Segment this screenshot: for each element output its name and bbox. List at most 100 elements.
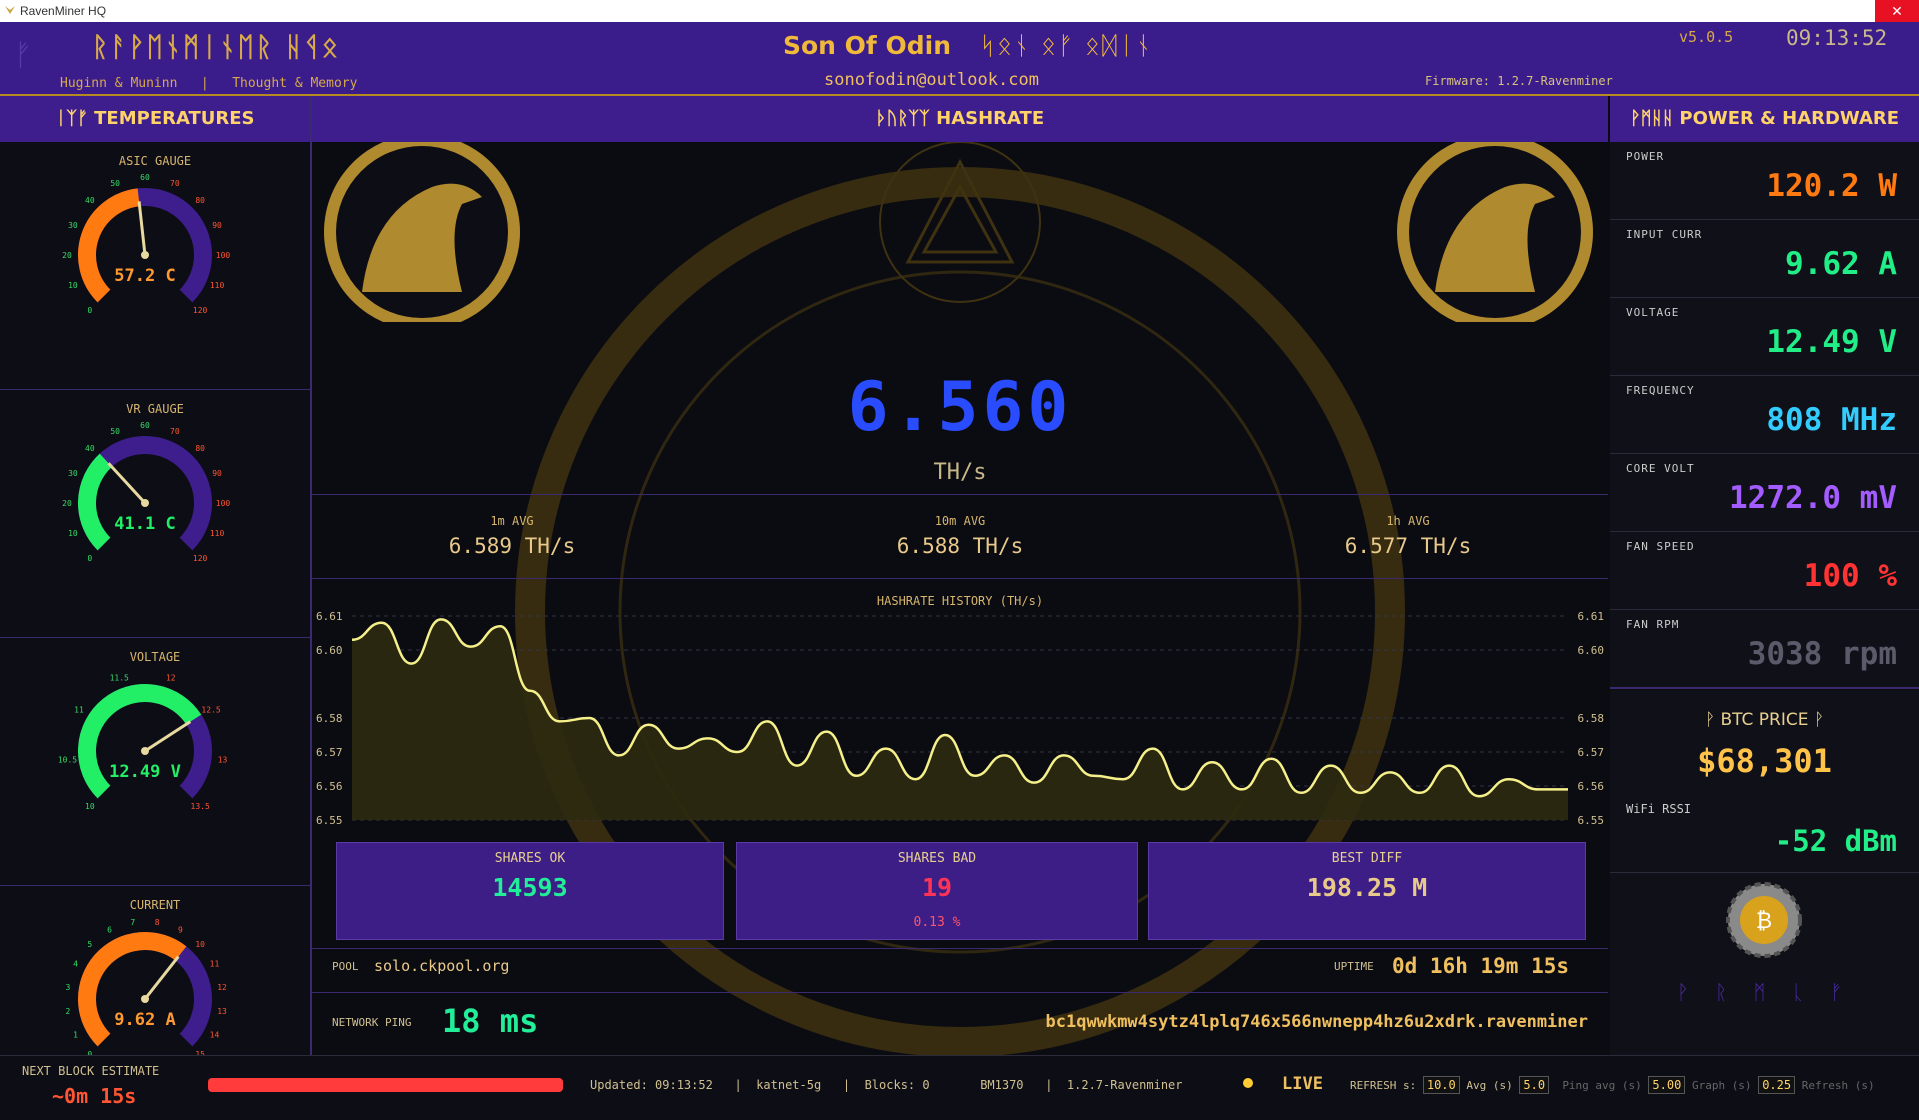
stat-label: FAN SPEED (1626, 540, 1695, 553)
gauge-hub (141, 995, 149, 1003)
gauge-tick-label: 13 (217, 1007, 227, 1016)
firmware-text: 1.2.7-Ravenminer (1066, 1078, 1183, 1092)
shares-ok-label: SHARES OK (494, 851, 566, 866)
gauge-hub (141, 499, 149, 507)
raven-emblem-right-icon (1397, 142, 1593, 322)
gauge-tick-label: 20 (62, 499, 72, 508)
wifi-value: -52 dBm (1774, 824, 1897, 858)
gauge-tick-label: 10 (195, 940, 205, 949)
gauge-tick-label: 50 (110, 427, 120, 436)
btc-label: ᚹ BTC PRICE ᚹ (1704, 710, 1825, 730)
stat-input-current: INPUT CURR 9.62 A (1610, 220, 1919, 298)
ssid-text: katnet-5g (756, 1078, 822, 1092)
gauge-tick-label: 70 (170, 427, 180, 436)
stat-label: POWER (1626, 150, 1665, 163)
gauge-tick-label: 8 (155, 918, 160, 927)
tagline-sep: | (200, 76, 209, 91)
avg-10m-label: 10m AVG (934, 514, 986, 528)
y-tick-label: 6.56 (1578, 780, 1605, 793)
gauge-hub (141, 251, 149, 259)
gauge-tick-label: 60 (140, 421, 150, 430)
status-line: Updated: 09:13:52 | katnet-5g | Blocks: … (590, 1078, 1183, 1092)
y-tick-label: 6.61 (1578, 610, 1605, 623)
avg-input[interactable]: 5.0 (1519, 1076, 1550, 1094)
stat-value: 808 MHz (1766, 402, 1897, 438)
gauge-value: 41.1 C (114, 514, 175, 534)
stat-label: CORE VOLT (1626, 462, 1695, 475)
bitcoin-gear-icon: ₿ (1726, 882, 1802, 958)
blocks-text: Blocks: 0 (864, 1078, 930, 1092)
stat-label: FAN RPM (1626, 618, 1680, 631)
avg-label: Avg (s) (1466, 1079, 1513, 1092)
btc-panel: ᚹ BTC PRICE ᚹ $68,301 WiFi RSSI -52 dBm … (1610, 690, 1919, 1055)
stat-core-volt: CORE VOLT 1272.0 mV (1610, 454, 1919, 532)
gauge-tick-label: 11 (210, 960, 220, 969)
next-block-value: ~0m 15s (52, 1084, 137, 1108)
gauge-tick-label: 60 (140, 173, 150, 182)
close-button[interactable]: ✕ (1875, 0, 1919, 22)
gauge-label: CURRENT (129, 898, 181, 912)
gauge-panel-current: CURRENT 01234567891011121314159.62 A (0, 886, 310, 1059)
gauge-label: ASIC GAUGE (118, 154, 192, 168)
y-tick-label: 6.55 (1578, 814, 1605, 827)
owner-name: Son Of Odin (783, 31, 952, 60)
gauge-tick-label: 6 (107, 926, 112, 935)
gauge-tick-label: 30 (68, 469, 78, 478)
stat-value: 100 % (1803, 558, 1897, 594)
refresh-input[interactable]: 10.0 (1422, 1076, 1460, 1094)
history-title: HASHRATE HISTORY (TH/s) (876, 594, 1044, 608)
owner-runes: ᛋᛟᚾ ᛟᚠ ᛟᛞᛁᚾ (980, 31, 1153, 60)
gauge-tick-label: 13 (218, 756, 228, 765)
gauge-tick-label: 10 (68, 281, 78, 290)
ping-avg-input[interactable]: 5.00 (1648, 1076, 1686, 1094)
gauge-tick-label: 120 (193, 306, 208, 315)
hashrate-value: 6.560 (847, 368, 1073, 447)
divider (312, 494, 1608, 495)
header: ᚠ ᚱᚨᚹᛖᚾᛗᛁᚾᛖᚱ ᚺᛩᛟ Huginn & Muninn | Thoug… (0, 22, 1919, 96)
uptime-value: 0d 16h 19m 15s (1392, 954, 1570, 978)
power-header: ᚹᛗᚺᚺ POWER & HARDWARE (1610, 96, 1919, 142)
hashrate-header: ᚦᚢᚱᛉᛉ HASHRATE (312, 96, 1608, 142)
gauge-value: 12.49 V (109, 762, 181, 782)
gauge-tick-label: 5 (87, 940, 92, 949)
gauge-tick-label: 10 (68, 529, 78, 538)
y-tick-label: 6.60 (1578, 644, 1605, 657)
shares-bad-value: 19 (921, 873, 953, 902)
app-icon (5, 6, 15, 14)
gauge-tick-label: 7 (130, 918, 135, 927)
gauge-tick-label: 12 (166, 673, 176, 682)
rune-icon: ᚠ (14, 38, 32, 73)
stat-fan-speed: FAN SPEED 100 % (1610, 532, 1919, 610)
live-label: LIVE (1282, 1074, 1323, 1094)
gauge-tick-label: 12 (217, 983, 227, 992)
y-tick-label: 6.60 (316, 644, 343, 657)
gauge-tick-label: 11.5 (110, 673, 129, 682)
stat-voltage: VOLTAGE 12.49 V (1610, 298, 1919, 376)
gauge-fill (78, 453, 113, 551)
gauge-value: 57.2 C (114, 266, 175, 286)
uptime-label: UPTIME (1334, 960, 1374, 973)
stat-label: FREQUENCY (1626, 384, 1695, 397)
wallet-address: bc1qwwkmw4sytz4lplq746x566nwnepp4hz6u2xd… (1045, 1012, 1588, 1032)
graph-label: Graph (s) (1691, 1079, 1752, 1092)
clock: 09:13:52 (1786, 26, 1888, 50)
btc-price: $68,301 (1697, 742, 1832, 780)
pool-label: POOL (332, 960, 359, 973)
gauge-tick-label: 9 (178, 926, 183, 935)
gauge-tick-label: 80 (195, 444, 205, 453)
version: v5.0.5 (1679, 28, 1734, 46)
graph-input[interactable]: 0.25 (1758, 1076, 1796, 1094)
gauge-needle (107, 462, 147, 505)
brand-title: ᚱᚨᚹᛖᚾᛗᛁᚾᛖᚱ ᚺᛩᛟ (92, 32, 340, 63)
refresh-label: REFRESH s: (1350, 1079, 1417, 1092)
gauge-tick-label: 12.5 (201, 706, 220, 715)
block-progress-track (208, 1078, 563, 1092)
best-diff-label: BEST DIFF (1331, 851, 1403, 866)
gauge-tick-label: 14 (210, 1030, 220, 1039)
gauge-tick-label: 120 (193, 554, 208, 563)
shares-bad-box: SHARES BAD 19 0.13 % (736, 842, 1138, 940)
gauge-tick-label: 80 (195, 196, 205, 205)
voltage-gauge: 10 10.5 11 11.5 12 12.5 13 13.5 12.49 V (58, 673, 228, 811)
gauge-tick-label: 10.5 (58, 756, 77, 765)
tagline-left: Huginn & Muninn (60, 76, 178, 91)
